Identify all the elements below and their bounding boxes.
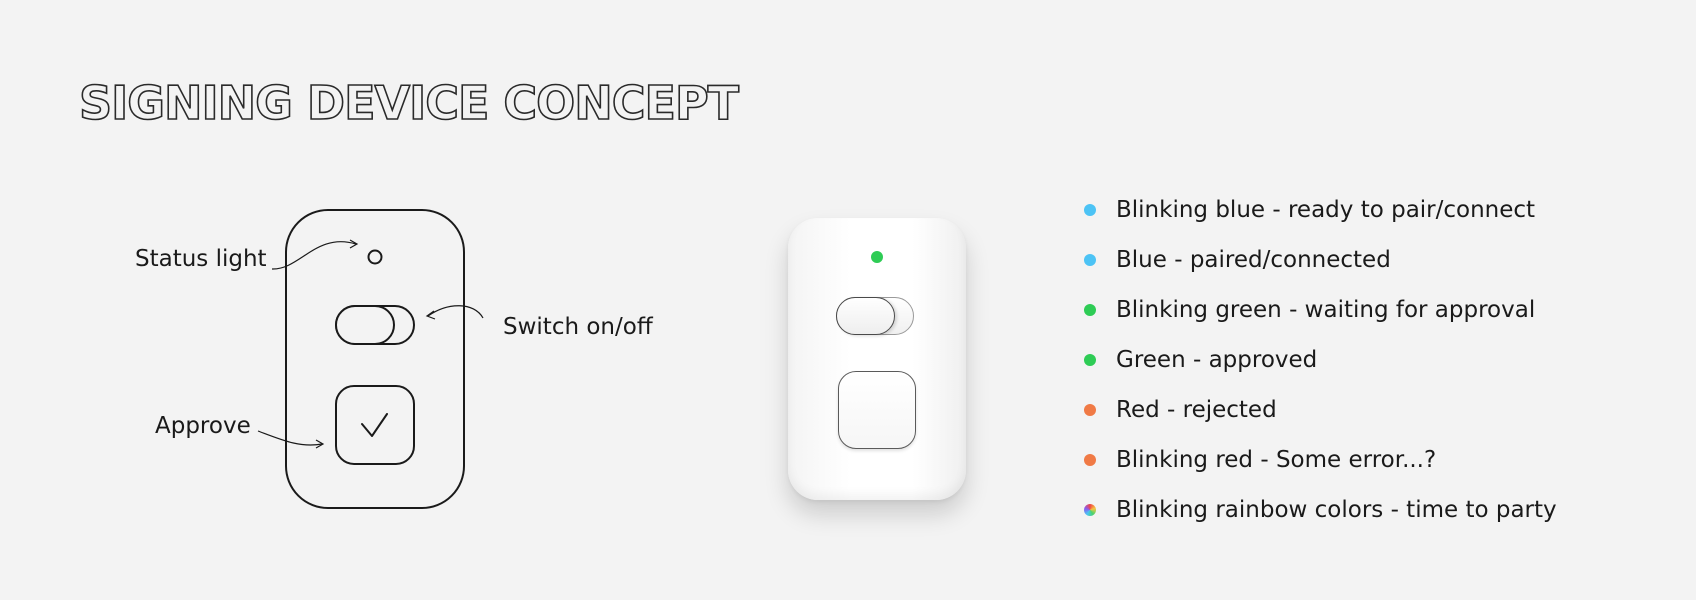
legend-text: Blinking red - Some error...? xyxy=(1116,447,1437,473)
legend-item: Blinking red - Some error...? xyxy=(1084,446,1557,496)
arrow-switch xyxy=(427,305,484,319)
legend-text: Blinking blue - ready to pair/connect xyxy=(1116,197,1536,223)
device-switch-knob xyxy=(835,296,895,335)
arrow-approve xyxy=(257,430,323,446)
status-dot-icon xyxy=(1084,404,1096,416)
sketch-approve-button xyxy=(335,385,415,465)
legend-item: Blue - paired/connected xyxy=(1084,246,1557,296)
status-legend: Blinking blue - ready to pair/connect Bl… xyxy=(1084,196,1557,546)
legend-item: Blinking blue - ready to pair/connect xyxy=(1084,196,1557,246)
legend-item: Blinking green - waiting for approval xyxy=(1084,296,1557,346)
device-status-led xyxy=(871,251,883,263)
switch-label: Switch on/off xyxy=(503,314,653,340)
device-switch xyxy=(835,296,914,335)
legend-text: Red - rejected xyxy=(1116,397,1277,423)
sketch-switch-knob xyxy=(335,305,395,345)
device-approve-button xyxy=(838,371,916,449)
rainbow-dot-icon xyxy=(1084,504,1096,516)
sketch-status-light xyxy=(367,249,383,265)
status-dot-icon xyxy=(1084,304,1096,316)
checkmark-icon xyxy=(361,413,388,437)
legend-text: Blinking rainbow colors - time to party xyxy=(1116,497,1557,523)
legend-text: Blinking green - waiting for approval xyxy=(1116,297,1536,323)
legend-text: Blue - paired/connected xyxy=(1116,247,1391,273)
arrow-status-light-head xyxy=(349,239,359,249)
legend-item: Red - rejected xyxy=(1084,396,1557,446)
approve-label: Approve xyxy=(155,413,251,439)
device-render xyxy=(788,218,966,500)
legend-item: Green - approved xyxy=(1084,346,1557,396)
status-light-label: Status light xyxy=(135,246,267,272)
legend-text: Green - approved xyxy=(1116,347,1318,373)
legend-item: Blinking rainbow colors - time to party xyxy=(1084,496,1557,546)
status-dot-icon xyxy=(1084,454,1096,466)
arrow-status-light xyxy=(271,241,357,270)
status-dot-icon xyxy=(1084,204,1096,216)
status-dot-icon xyxy=(1084,254,1096,266)
status-dot-icon xyxy=(1084,354,1096,366)
